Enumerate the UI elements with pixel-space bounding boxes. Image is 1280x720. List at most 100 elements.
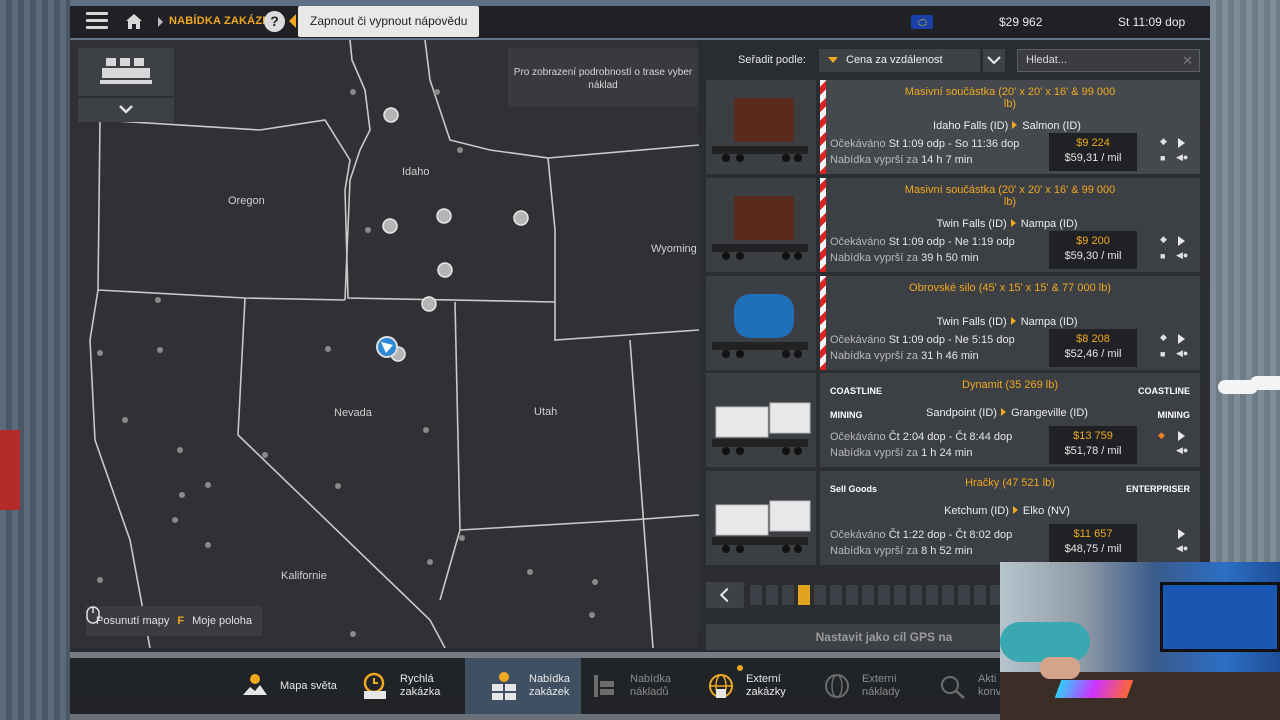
company-logo-source: COASTLINE MINING (830, 386, 883, 420)
external-jobs-globe-icon (706, 671, 736, 701)
home-icon[interactable] (124, 12, 144, 30)
nav-label: Mapa světa (280, 679, 337, 692)
chevron-down-icon[interactable] (78, 98, 174, 122)
expires-label: Nabídka vyprší za (830, 350, 919, 362)
job-price: $9 200 (1076, 235, 1110, 247)
page-indicator[interactable] (942, 585, 954, 605)
background-monitor (1160, 582, 1280, 652)
job-offer-details: COASTLINE MINING COASTLINE MINING Dynami… (820, 373, 1200, 467)
world-map-icon (240, 671, 270, 701)
expires-label: Nabídka vyprší za (830, 252, 919, 264)
job-offer-row[interactable]: Obrovské silo (45' x 15' x 15' & 77 000 … (706, 276, 1200, 370)
expires-label: Nabídka vyprší za (830, 154, 919, 166)
current-page-indicator[interactable] (798, 585, 810, 605)
show-route-play-icon[interactable] (1178, 334, 1185, 344)
page-indicator[interactable] (766, 585, 778, 605)
page-indicator[interactable] (974, 585, 986, 605)
nav-active-convoy[interactable]: Akti konv (938, 658, 1008, 714)
expected-label: Očekáváno (830, 529, 886, 541)
show-route-play-icon[interactable] (1178, 236, 1185, 246)
expected-value: St 1:09 odp - Ne 5:15 dop (888, 334, 1015, 346)
page-indicator[interactable] (814, 585, 826, 605)
expected-time: Očekáváno Čt 1:22 dop - Čt 8:02 dop (830, 529, 1012, 541)
show-route-play-icon[interactable] (1178, 138, 1185, 148)
state-label: Utah (534, 406, 558, 418)
job-offer-row[interactable]: Masivní součástka (20' x 20' x 16' & 99 … (706, 80, 1200, 174)
route: Ketchum (ID) Elko (NV) (820, 505, 1194, 517)
price-per-mile: $48,75 / mil (1064, 543, 1122, 555)
expected-time: Očekáváno St 1:09 odp - Ne 5:15 dop (830, 334, 1015, 346)
job-offer-row[interactable]: Sell Goods ENTERPRISER Hračky (47 521 lb… (706, 471, 1200, 565)
clear-search-icon[interactable]: ✕ (1182, 50, 1193, 71)
state-label: Nevada (334, 407, 372, 419)
show-route-play-icon[interactable] (1178, 431, 1185, 441)
nav-quick-job[interactable]: Rychlá zakázka (360, 658, 452, 714)
page-indicator[interactable] (862, 585, 874, 605)
page-indicator[interactable] (910, 585, 922, 605)
page-indicator[interactable] (782, 585, 794, 605)
map-controls-legend: Posunutí mapy F Moje poloha (86, 606, 263, 636)
price-box: $9 200 $59,30 / mil (1049, 231, 1137, 269)
nav-label: Nabídka nákladů (630, 673, 671, 698)
nav-label: Rychlá zakázka (400, 673, 441, 698)
nav-world-map[interactable]: Mapa světa (240, 658, 337, 714)
my-position-key: F (177, 615, 185, 627)
ceiling-light (1250, 376, 1280, 390)
page-indicator[interactable] (926, 585, 938, 605)
external-cargo-globe-icon (822, 671, 852, 701)
special-cargo-icon: ◆ (1160, 332, 1167, 342)
rgb-keyboard (1054, 680, 1134, 698)
expected-label: Očekáváno (830, 236, 886, 248)
special-cargo-icon: ◆ (1160, 234, 1167, 244)
route-to: Nampa (ID) (1020, 218, 1078, 230)
route-from: Ketchum (ID) (944, 505, 1009, 517)
set-gps-destination-button[interactable]: Nastavit jako cíl GPS na (706, 624, 1002, 650)
page-indicator[interactable] (958, 585, 970, 605)
trailer-thumbnail (706, 276, 816, 370)
nav-external-cargo[interactable]: Externí náklady (822, 658, 914, 714)
page-indicator[interactable] (846, 585, 858, 605)
cargo-filter-icon[interactable] (78, 48, 174, 96)
page-indicator[interactable] (830, 585, 842, 605)
special-cargo-icon: ◆ (1160, 136, 1167, 146)
expires-value: 31 h 46 min (921, 350, 979, 362)
page-indicator[interactable] (878, 585, 890, 605)
nav-label: Externí náklady (862, 673, 900, 698)
job-offer-details: Sell Goods ENTERPRISER Hračky (47 521 lb… (820, 471, 1200, 565)
route-from: Idaho Falls (ID) (933, 120, 1009, 132)
job-offer-row[interactable]: Masivní součástka (20' x 20' x 16' & 99 … (706, 178, 1200, 272)
chevron-down-icon[interactable] (983, 49, 1005, 72)
streamer-arm (1000, 622, 1090, 662)
route-arrow-icon (1010, 317, 1016, 325)
sort-dropdown[interactable]: Cena za vzdálenost (819, 49, 980, 72)
trailer-thumbnail (706, 471, 816, 565)
weight-icon: ■ (1160, 251, 1166, 261)
nav-external-jobs[interactable]: Externí zakázky (706, 658, 798, 714)
help-tooltip: Zapnout či vypnout nápovědu (298, 6, 480, 37)
route-arrow-icon (1000, 408, 1006, 416)
job-offer-details: Obrovské silo (45' x 15' x 15' & 77 000 … (820, 276, 1200, 370)
urgent-delivery-icon: ◀● (1176, 445, 1189, 455)
job-offer-row[interactable]: COASTLINE MINING COASTLINE MINING Dynami… (706, 373, 1200, 467)
job-map[interactable]: Pro zobrazení podrobností o trase vyber … (70, 40, 699, 648)
page-indicator[interactable] (894, 585, 906, 605)
streamer-hand (1040, 657, 1080, 679)
my-position-button[interactable]: Moje poloha (192, 615, 252, 627)
nav-job-offers[interactable]: Nabídka zakázek (465, 658, 581, 714)
company-logo-source: Sell Goods (830, 484, 878, 494)
previous-page-button[interactable] (706, 582, 744, 608)
page-indicator[interactable] (750, 585, 762, 605)
search-placeholder: Hledat... (1026, 54, 1067, 66)
hamburger-menu-icon[interactable] (86, 12, 108, 30)
top-bar: NABÍDKA ZAKÁZEK ? Zapnout či vypnout náp… (70, 6, 1210, 38)
breadcrumb: NABÍDKA ZAKÁZEK (169, 15, 278, 27)
job-price: $11 657 (1073, 528, 1113, 540)
explosive-hazard-icon: ◆ (1158, 430, 1165, 440)
nav-cargo-market[interactable]: Nabídka nákladů (590, 658, 682, 714)
route: Twin Falls (ID) Nampa (ID) (820, 218, 1194, 230)
search-input[interactable]: Hledat... ✕ (1017, 49, 1200, 72)
show-route-play-icon[interactable] (1178, 529, 1185, 539)
help-toggle-button[interactable]: ? (264, 11, 285, 32)
pagination (706, 582, 1002, 608)
job-price: $13 759 (1073, 430, 1113, 442)
